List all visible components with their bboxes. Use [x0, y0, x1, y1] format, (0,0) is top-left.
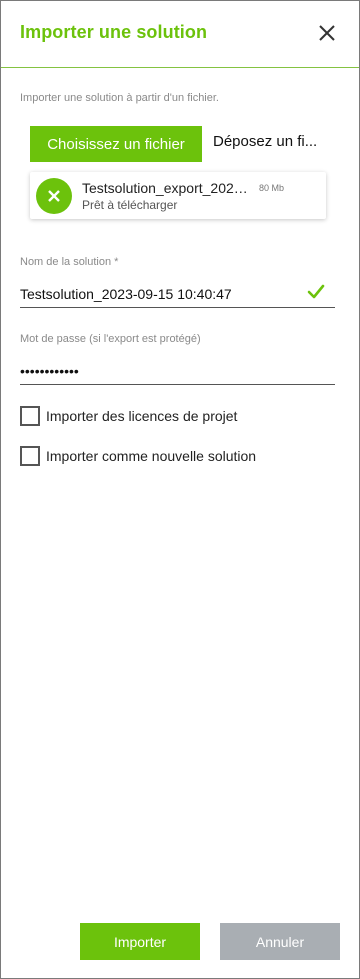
password-input[interactable]: [20, 357, 335, 385]
import-licenses-checkbox[interactable]: [20, 406, 40, 426]
checkmark-icon: [306, 281, 326, 301]
import-as-new-label: Importer comme nouvelle solution: [46, 448, 257, 464]
dialog-intro-text: Importer une solution à partir d'un fich…: [20, 92, 219, 104]
dialog-title: Importer une solution: [20, 22, 208, 42]
drop-zone-label[interactable]: Déposez un fi...: [213, 133, 317, 150]
file-status: Prêt à télécharger: [82, 198, 178, 212]
solution-name-label: Nom de la solution *: [20, 256, 119, 268]
close-icon[interactable]: [317, 23, 337, 43]
close-circle-icon[interactable]: [36, 178, 72, 214]
password-label: Mot de passe (si l'export est protégé): [20, 333, 201, 345]
import-button[interactable]: Importer: [80, 923, 200, 960]
file-name: Testsolution_export_2023-09-15 10:40:47: [82, 180, 250, 196]
import-as-new-checkbox[interactable]: [20, 446, 40, 466]
cancel-button[interactable]: Annuler: [220, 923, 340, 960]
uploaded-file-card: Testsolution_export_2023-09-15 10:40:47 …: [30, 172, 326, 219]
import-solution-dialog: Importer une solution Importer une solut…: [0, 0, 360, 979]
import-licenses-label: Importer des licences de projet: [46, 408, 238, 424]
solution-name-input[interactable]: [20, 280, 335, 308]
import-licenses-option[interactable]: Importer des licences de projet: [20, 406, 237, 426]
dialog-header: Importer une solution: [1, 1, 359, 68]
choose-file-button[interactable]: Choisissez un fichier: [30, 126, 202, 162]
file-size: 80 Mb: [259, 183, 285, 193]
import-as-new-option[interactable]: Importer comme nouvelle solution: [20, 446, 256, 466]
